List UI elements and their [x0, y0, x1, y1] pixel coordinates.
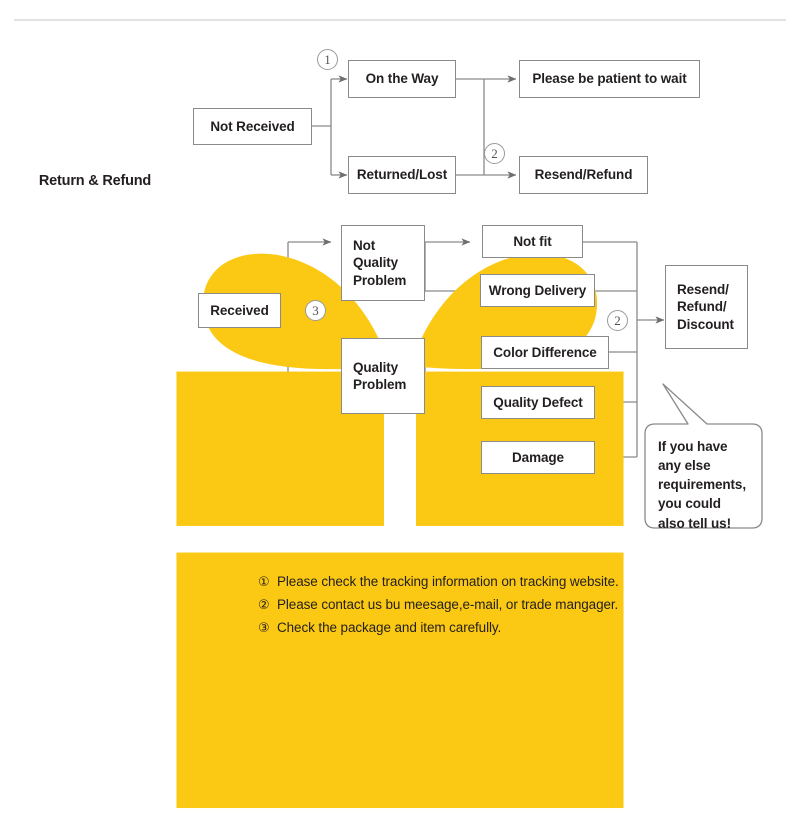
- note-number: ①: [258, 575, 270, 590]
- node-not-received[interactable]: Not Received: [193, 108, 312, 145]
- note-item: ③ Check the package and item carefully.: [258, 620, 758, 636]
- node-color-difference[interactable]: Color Difference: [481, 336, 609, 369]
- node-quality-defect-label: Quality Defect: [493, 394, 583, 410]
- node-quality-problem-label: Quality Problem: [353, 359, 407, 392]
- note-number: ③: [258, 621, 270, 636]
- node-not-quality-problem-label: Not Quality Problem: [353, 238, 407, 288]
- node-damage-label: Damage: [512, 449, 564, 465]
- node-wrong-delivery[interactable]: Wrong Delivery: [480, 274, 595, 307]
- node-resend-refund-discount[interactable]: Resend/ Refund/ Discount: [665, 265, 748, 349]
- note-item: ① Please check the tracking information …: [258, 574, 758, 590]
- node-resend-refund-discount-label: Resend/ Refund/ Discount: [677, 282, 734, 332]
- note-text: Check the package and item carefully.: [277, 620, 502, 635]
- node-resend-refund-label: Resend/Refund: [534, 167, 633, 183]
- brand-block: Return & Refund: [0, 164, 624, 809]
- node-color-difference-label: Color Difference: [493, 344, 597, 360]
- flowchart-canvas: Return & Refund Not Received On the Way …: [0, 0, 800, 809]
- node-received-label: Received: [210, 302, 269, 318]
- node-damage[interactable]: Damage: [481, 441, 595, 474]
- speech-bubble-text: If you have any else requirements, you c…: [658, 439, 746, 531]
- node-please-be-patient[interactable]: Please be patient to wait: [519, 60, 700, 98]
- marker-3-received: 3: [305, 300, 326, 321]
- node-not-received-label: Not Received: [210, 118, 295, 134]
- marker-1-on-the-way: 1: [317, 49, 338, 70]
- node-on-the-way-label: On the Way: [365, 71, 439, 87]
- node-wrong-delivery-label: Wrong Delivery: [488, 282, 587, 298]
- node-not-fit[interactable]: Not fit: [482, 225, 583, 258]
- marker-2-resend-refund: 2: [484, 143, 505, 164]
- note-item: ② Please contact us bu meesage,e-mail, o…: [258, 597, 758, 613]
- marker-2-outcome: 2: [607, 310, 628, 331]
- note-number: ②: [258, 598, 270, 613]
- node-resend-refund[interactable]: Resend/Refund: [519, 156, 648, 194]
- note-text: Please contact us bu meesage,e-mail, or …: [277, 597, 619, 612]
- node-returned-lost[interactable]: Returned/Lost: [348, 156, 456, 194]
- node-quality-problem[interactable]: Quality Problem: [341, 338, 425, 414]
- node-please-be-patient-label: Please be patient to wait: [532, 71, 687, 87]
- node-not-quality-problem[interactable]: Not Quality Problem: [341, 225, 425, 301]
- node-not-fit-label: Not fit: [513, 233, 552, 249]
- node-on-the-way[interactable]: On the Way: [348, 60, 456, 98]
- footer-notes: ① Please check the tracking information …: [258, 574, 758, 643]
- node-returned-lost-label: Returned/Lost: [356, 167, 448, 183]
- node-quality-defect[interactable]: Quality Defect: [481, 386, 595, 419]
- note-text: Please check the tracking information on…: [277, 574, 619, 589]
- node-received[interactable]: Received: [198, 293, 281, 328]
